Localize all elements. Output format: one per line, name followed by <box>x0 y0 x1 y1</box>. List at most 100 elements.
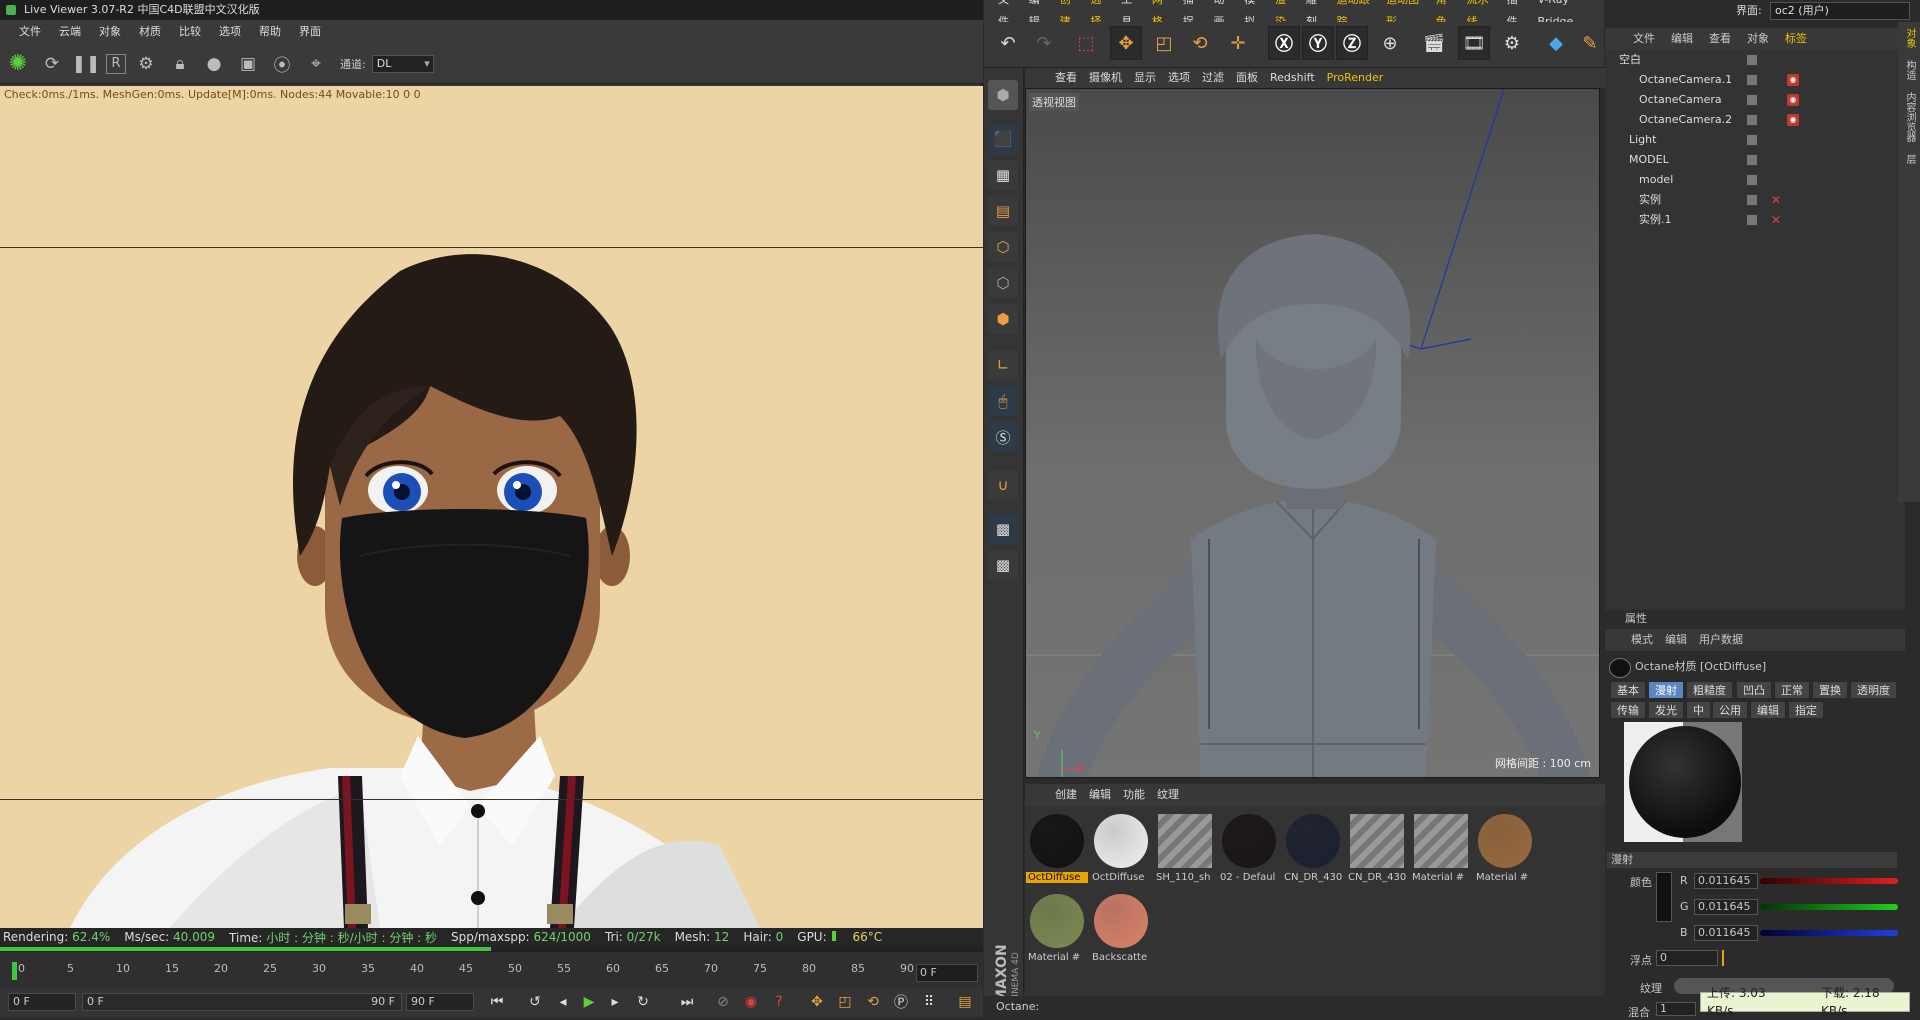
make-editable-icon[interactable]: ⬢ <box>988 80 1018 110</box>
redo-icon[interactable]: ↷ <box>1028 26 1060 60</box>
viewport-menu-item[interactable]: 显示 <box>1128 68 1162 88</box>
object-row[interactable]: Light <box>1605 130 1905 150</box>
menu-file[interactable]: 文件 <box>10 20 50 44</box>
material-menu-item[interactable]: 编辑 <box>1083 784 1117 806</box>
magnet-icon[interactable]: ∪ <box>988 470 1018 500</box>
frame-range-slider[interactable]: 0 F 90 F <box>82 993 402 1011</box>
visibility-toggle[interactable] <box>1747 155 1757 165</box>
material-preview[interactable] <box>1624 722 1742 842</box>
material-swatch[interactable]: Material # <box>1410 812 1472 890</box>
material-menu-item[interactable]: 创建 <box>1049 784 1083 806</box>
live-select-icon[interactable]: ⬚ <box>1070 26 1102 60</box>
attr-menu-edit[interactable]: 编辑 <box>1659 629 1693 651</box>
snap-icon[interactable]: Ⓢ <box>988 422 1018 452</box>
key-move-icon[interactable]: ✥ <box>806 991 828 1013</box>
b-slider[interactable] <box>1760 930 1898 936</box>
x-axis-icon[interactable]: Ⓧ <box>1268 26 1300 60</box>
workplane-lock-icon[interactable]: ▩ <box>988 514 1018 544</box>
attr-tab[interactable]: 指定 <box>1788 701 1824 719</box>
workplane-icon[interactable]: ▤ <box>988 196 1018 226</box>
attr-tab[interactable]: 正常 <box>1774 681 1810 699</box>
object-row[interactable]: OctaneCamera.1 ◉ <box>1605 70 1905 90</box>
visibility-toggle[interactable] <box>1747 75 1757 85</box>
attr-tab[interactable]: 置换 <box>1812 681 1848 699</box>
prev-frame-icon[interactable]: ◂ <box>552 991 574 1013</box>
object-row[interactable]: model <box>1605 170 1905 190</box>
lock-icon[interactable]: 🔒︎ <box>166 50 194 78</box>
attr-tab[interactable]: 基本 <box>1610 681 1646 699</box>
attr-menu-userdata[interactable]: 用户数据 <box>1693 629 1749 651</box>
material-swatch[interactable]: Material # <box>1026 892 1088 970</box>
edges-mode-icon[interactable]: ⬡ <box>988 268 1018 298</box>
camera-tag-icon[interactable]: ◉ <box>1787 74 1799 86</box>
visibility-toggle[interactable] <box>1747 135 1757 145</box>
attr-tab[interactable]: 编辑 <box>1750 701 1786 719</box>
disabled-x-icon[interactable]: ✕ <box>1771 210 1781 230</box>
render-view-icon[interactable]: 🎬︎ <box>1418 26 1450 60</box>
material-menu-item[interactable]: 纹理 <box>1151 784 1185 806</box>
menu-cloud[interactable]: 云端 <box>50 20 90 44</box>
g-value-field[interactable]: 0.011645 <box>1694 899 1758 915</box>
attr-tab[interactable]: 粗糙度 <box>1686 681 1733 699</box>
menu-material[interactable]: 材质 <box>130 20 170 44</box>
coordinate-system-icon[interactable]: ⊕ <box>1374 26 1406 60</box>
om-menu-item[interactable]: 文件 <box>1625 28 1663 50</box>
region-select-icon[interactable]: ▣ <box>234 50 262 78</box>
polygons-mode-icon[interactable]: ⬢ <box>988 304 1018 334</box>
side-tab[interactable]: 对象 <box>1898 22 1920 54</box>
material-swatch[interactable]: OctDiffuse <box>1090 812 1152 890</box>
object-row[interactable]: 空白 <box>1605 50 1905 70</box>
points-mode-icon[interactable]: ⬡ <box>988 232 1018 262</box>
octane-logo-icon[interactable]: ✺ <box>4 50 32 78</box>
side-tab[interactable]: 内容浏览器 <box>1898 86 1920 148</box>
pick-material-icon[interactable]: ⌖ <box>302 50 330 78</box>
goto-end-icon[interactable]: ⏭ <box>676 991 698 1013</box>
next-frame-icon[interactable]: ▸ <box>604 991 626 1013</box>
color-swatch[interactable] <box>1656 872 1672 922</box>
timeline-window-icon[interactable]: ▤ <box>954 991 976 1013</box>
attr-tab[interactable]: 公用 <box>1712 701 1748 719</box>
settings-gear-icon[interactable]: ⚙ <box>132 50 160 78</box>
current-frame-field[interactable]: 0 F <box>916 964 978 982</box>
next-key-icon[interactable]: ↻ <box>632 991 654 1013</box>
play-icon[interactable]: ▶ <box>578 991 600 1013</box>
restart-render-icon[interactable]: ⟳ <box>38 50 66 78</box>
material-swatch[interactable]: Material # <box>1474 812 1536 890</box>
pick-focus-icon[interactable]: ⦿ <box>268 50 296 78</box>
viewport-menu-item[interactable]: 过滤 <box>1196 68 1230 88</box>
menu-object[interactable]: 对象 <box>90 20 130 44</box>
attr-tab[interactable]: 漫射 <box>1648 681 1684 699</box>
menu-compare[interactable]: 比较 <box>170 20 210 44</box>
object-row[interactable]: OctaneCamera ◉ <box>1605 90 1905 110</box>
attr-tab[interactable]: 透明度 <box>1850 681 1897 699</box>
attr-menu-mode[interactable]: 模式 <box>1625 629 1659 651</box>
record-icon[interactable]: ◉ <box>740 991 762 1013</box>
attr-tab[interactable]: 发光 <box>1648 701 1684 719</box>
material-swatch[interactable]: CN_DR_430 <box>1282 812 1344 890</box>
material-swatch[interactable]: OctDiffuse <box>1026 812 1088 890</box>
g-slider[interactable] <box>1760 904 1898 910</box>
attr-tab[interactable]: 凹凸 <box>1736 681 1772 699</box>
rotate-tool-icon[interactable]: ⟲ <box>1184 26 1216 60</box>
cube-icon[interactable]: ◆ <box>1540 26 1572 60</box>
object-row[interactable]: OctaneCamera.2 ◉ <box>1605 110 1905 130</box>
visibility-toggle[interactable] <box>1747 115 1757 125</box>
pause-icon[interactable]: ❚❚ <box>72 50 101 78</box>
material-swatch[interactable]: CN_DR_430 <box>1346 812 1408 890</box>
menu-help[interactable]: 帮助 <box>250 20 290 44</box>
attr-tab[interactable]: 传输 <box>1610 701 1646 719</box>
disabled-x-icon[interactable]: ✕ <box>1771 190 1781 210</box>
undo-icon[interactable]: ↶ <box>992 26 1024 60</box>
side-tab[interactable]: 构造 <box>1898 54 1920 86</box>
visibility-toggle[interactable] <box>1747 215 1757 225</box>
object-row[interactable]: MODEL <box>1605 150 1905 170</box>
move-tool-icon[interactable]: ✥ <box>1110 26 1142 60</box>
tweak-mode-icon[interactable]: 🖱︎ <box>988 386 1018 416</box>
layout-select[interactable]: oc2 (用户) <box>1770 2 1910 20</box>
auto-key-icon[interactable]: ? <box>768 991 790 1013</box>
channel-select[interactable]: DL <box>371 54 434 73</box>
render-view[interactable]: Check:0ms./1ms. MeshGen:0ms. Update[M]:0… <box>0 86 983 928</box>
render-picture-icon[interactable]: 🎞︎ <box>1458 26 1490 60</box>
material-swatch[interactable]: SH_110_sh <box>1154 812 1216 890</box>
material-swatch[interactable]: 02 - Defaul <box>1218 812 1280 890</box>
